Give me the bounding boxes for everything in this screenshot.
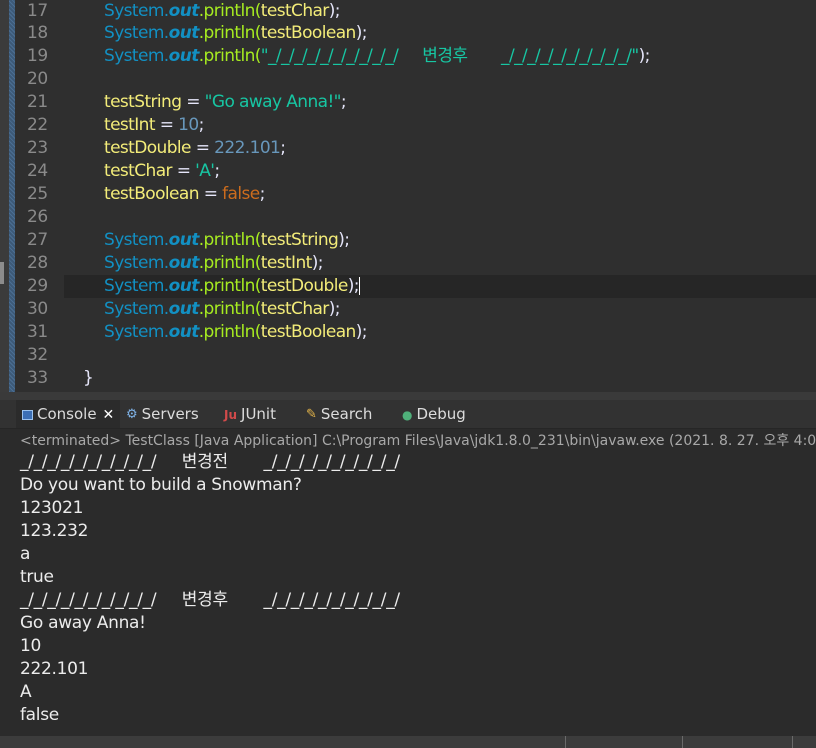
terminated-status: <terminated> TestClass [Java Application… — [20, 433, 816, 449]
code-line[interactable]: 30 System.out.println(testChar); — [0, 298, 816, 321]
tab-search[interactable]: ✎ Search — [306, 400, 372, 428]
code-text[interactable]: testInt = 10; — [104, 114, 204, 137]
code-text[interactable]: System.out.println(testBoolean); — [104, 321, 367, 344]
console-line: 10 — [20, 636, 42, 656]
code-line[interactable]: 28 System.out.println(testInt); — [0, 252, 816, 275]
tab-console-label: Console — [37, 405, 97, 423]
code-text[interactable]: System.out.println(testString); — [104, 229, 350, 252]
code-text[interactable]: testString = "Go away Anna!"; — [104, 91, 347, 114]
tab-console[interactable]: Console ✕ — [16, 400, 121, 428]
line-number: 32 — [27, 345, 48, 365]
line-number: 18 — [27, 23, 48, 43]
code-text[interactable]: System.out.println(testChar); — [104, 298, 340, 321]
line-number: 17 — [27, 1, 48, 21]
code-text[interactable]: } — [83, 367, 94, 390]
console-line: 123021 — [20, 498, 84, 518]
code-text[interactable]: System.out.println(testBoolean); — [104, 22, 367, 45]
code-line[interactable]: 33 } — [0, 367, 816, 390]
line-number: 26 — [27, 207, 48, 227]
line-number: 33 — [27, 368, 48, 388]
close-icon[interactable]: ✕ — [103, 407, 115, 423]
console-line: false — [20, 705, 59, 725]
servers-icon: ⚙ — [126, 406, 138, 422]
code-text[interactable]: System.out.println(testChar); — [104, 0, 340, 23]
code-line[interactable]: 23 testDouble = 222.101; — [0, 137, 816, 160]
status-field — [792, 736, 816, 748]
view-tab-bar: Console ✕ ⚙ Servers Ju JUnit ✎ Search ● Debug — [0, 400, 816, 429]
console-line: Do you want to build a Snowman? — [20, 475, 302, 495]
debug-icon: ● — [402, 407, 413, 422]
code-line[interactable]: 25 testBoolean = false; — [0, 183, 816, 206]
tab-search-label: Search — [320, 405, 373, 423]
line-number: 23 — [27, 138, 48, 158]
line-number: 20 — [27, 69, 48, 89]
console-line: 123.232 — [20, 521, 89, 541]
line-number: 28 — [27, 253, 48, 273]
tab-servers[interactable]: ⚙ Servers — [126, 400, 199, 428]
code-editor[interactable]: 17 System.out.println(testChar); 18 Syst… — [0, 0, 816, 392]
status-bar — [0, 736, 816, 748]
code-line[interactable]: 18 System.out.println(testBoolean); — [0, 22, 816, 45]
code-text[interactable]: System.out.println(testInt); — [104, 252, 323, 275]
code-text[interactable]: testBoolean = false; — [104, 183, 265, 206]
code-text[interactable]: testChar = 'A'; — [104, 160, 220, 183]
code-line[interactable]: 31 System.out.println(testBoolean); — [0, 321, 816, 344]
line-number: 30 — [27, 299, 48, 319]
tab-debug-label: Debug — [416, 405, 466, 423]
code-text[interactable]: testDouble = 222.101; — [104, 137, 286, 160]
console-icon — [22, 409, 33, 420]
tab-junit[interactable]: Ju JUnit — [224, 400, 276, 428]
console-line: A — [20, 682, 32, 702]
line-number: 21 — [27, 92, 48, 112]
tab-debug[interactable]: ● Debug — [402, 400, 466, 428]
code-line[interactable]: 20 — [0, 68, 816, 91]
console-line: _/_/_/_/_/_/_/_/_/_/ 변경전 _/_/_/_/_/_/_/_… — [20, 452, 400, 472]
code-line[interactable]: 19 System.out.println("_/_/_/_/_/_/_/_/_… — [0, 45, 816, 68]
console-line: _/_/_/_/_/_/_/_/_/_/ 변경후 _/_/_/_/_/_/_/_… — [20, 590, 400, 610]
console-line: Go away Anna! — [20, 613, 146, 633]
console-output[interactable]: <terminated> TestClass [Java Application… — [0, 429, 816, 736]
console-line: true — [20, 567, 54, 587]
line-number: 24 — [27, 161, 48, 181]
code-line[interactable]: 21 testString = "Go away Anna!"; — [0, 91, 816, 114]
code-line[interactable]: 26 — [0, 206, 816, 229]
junit-icon: Ju — [224, 407, 238, 422]
tab-junit-label: JUnit — [241, 405, 276, 423]
status-field — [565, 736, 682, 748]
code-line[interactable]: 32 — [0, 344, 816, 367]
console-line: 222.101 — [20, 659, 89, 679]
status-field — [682, 736, 789, 748]
panel-divider[interactable] — [0, 392, 816, 400]
line-number: 29 — [27, 276, 48, 296]
code-line[interactable]: 22 testInt = 10; — [0, 114, 816, 137]
line-number: 22 — [27, 115, 48, 135]
code-text[interactable]: System.out.println("_/_/_/_/_/_/_/_/_/_/… — [104, 45, 650, 68]
search-icon: ✎ — [306, 406, 317, 422]
line-number: 27 — [27, 230, 48, 250]
code-line[interactable]: 24 testChar = 'A'; — [0, 160, 816, 183]
console-line: a — [20, 544, 31, 564]
code-text[interactable]: System.out.println(testDouble); — [104, 275, 360, 298]
text-cursor — [358, 277, 360, 295]
code-line[interactable]: 17 System.out.println(testChar); — [0, 0, 816, 23]
line-number: 31 — [27, 322, 48, 342]
code-line[interactable]: 27 System.out.println(testString); — [0, 229, 816, 252]
line-number: 25 — [27, 184, 48, 204]
current-code-line[interactable]: 29 System.out.println(testDouble); — [27, 275, 816, 298]
tab-servers-label: Servers — [141, 405, 199, 423]
line-number: 19 — [27, 46, 48, 66]
